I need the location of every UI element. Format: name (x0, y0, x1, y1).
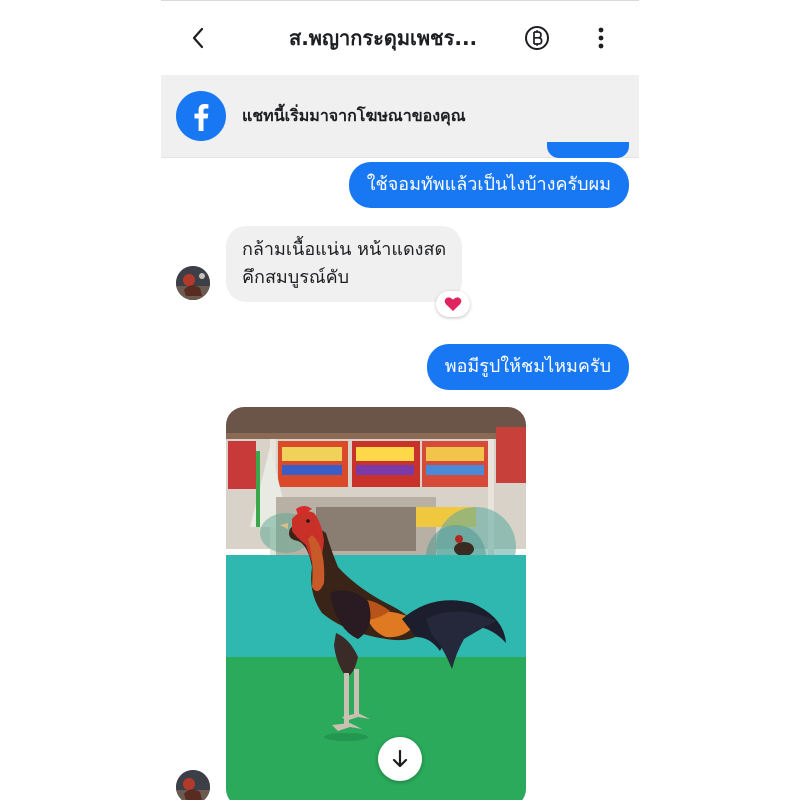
message-reaction[interactable] (436, 291, 470, 317)
outgoing-message[interactable]: ใช้จอมทัพแล้วเป็นไงบ้างครับผม (348, 162, 629, 208)
download-button[interactable] (378, 737, 422, 781)
facebook-icon (176, 91, 226, 141)
payment-button[interactable] (524, 25, 550, 51)
chevron-left-icon (192, 27, 204, 49)
outgoing-message[interactable]: พอมีรูปให้ชมไหมครับ (426, 344, 629, 390)
message-line: คึกสมบูรณ์คับ (242, 267, 350, 288)
incoming-message[interactable]: กล้ามเนื้อแน่น หน้าแดงสด คึกสมบูรณ์คับ (226, 226, 463, 302)
vertical-dots-icon (598, 27, 604, 49)
back-button[interactable] (185, 23, 211, 53)
previous-message-bubble[interactable] (547, 142, 629, 158)
ad-origin-text: แชทนี้เริ่มมาจากโฆษณาของคุณ (242, 106, 466, 125)
contact-avatar[interactable] (176, 770, 210, 800)
chat-title[interactable]: ส.พญากระดุมเพชร... (289, 23, 499, 53)
rooster-photo[interactable] (226, 407, 526, 800)
contact-avatar[interactable] (176, 266, 210, 300)
messenger-screen: ส.พญากระดุมเพชร... แชทนี้เริ่มมาจากโฆษณา… (161, 0, 639, 800)
message-line: กล้ามเนื้อแน่น หน้าแดงสด (242, 239, 447, 260)
more-options-button[interactable] (589, 25, 613, 51)
chat-header: ส.พญากระดุมเพชร... (161, 1, 639, 75)
baht-icon (525, 26, 549, 50)
arrow-down-icon (392, 749, 408, 768)
heart-icon (444, 297, 462, 311)
